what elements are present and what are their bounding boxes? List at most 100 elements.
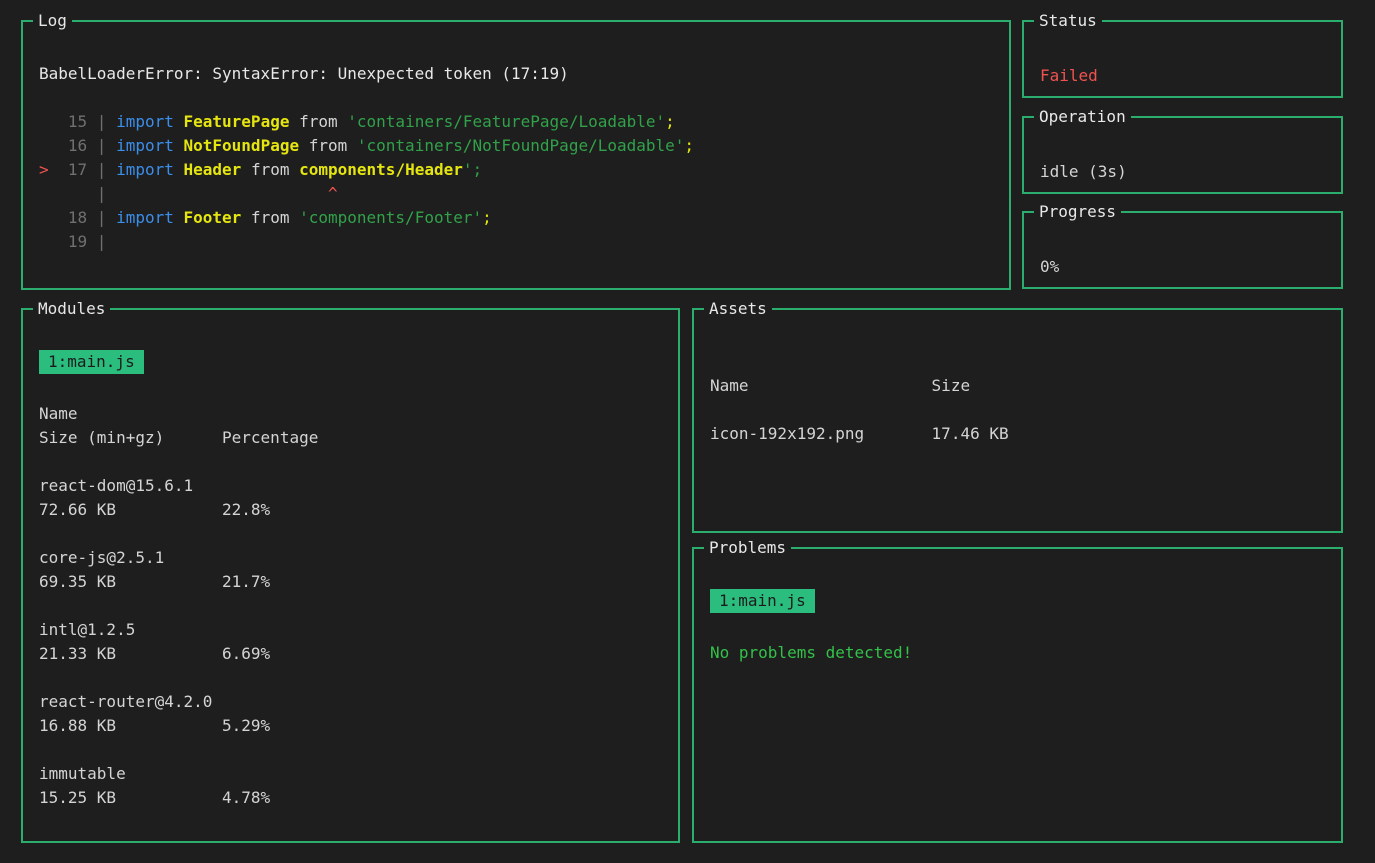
module-size: 69.35 KB: [39, 570, 222, 594]
modules-header-line2: Size (min+gz)Percentage: [39, 426, 662, 450]
code-token: import: [116, 136, 174, 155]
code-token: >: [39, 160, 49, 179]
module-values: 15.25 KB4.78%: [39, 786, 662, 810]
code-token: import: [116, 160, 174, 179]
module-percentage: 22.8%: [222, 500, 270, 519]
code-token: 15 |: [39, 112, 116, 131]
module-name: react-router@4.2.0: [39, 690, 662, 714]
modules-header-name: Name: [39, 402, 662, 426]
code-line: > 17 | import Header from components/Hea…: [39, 158, 993, 182]
modules-content: 1:main.js Name Size (min+gz)Percentage r…: [23, 310, 678, 810]
code-token: ;: [684, 136, 694, 155]
log-content: BabelLoaderError: SyntaxError: Unexpecte…: [23, 22, 1009, 254]
code-token: ';: [463, 160, 482, 179]
asset-row: icon-192x192.png17.46 KB: [710, 422, 1325, 446]
code-token: ;: [665, 112, 675, 131]
modules-header-size: Size (min+gz): [39, 426, 222, 450]
code-token: |: [39, 184, 116, 203]
assets-rows: icon-192x192.png17.46 KB: [710, 422, 1325, 446]
module-percentage: 6.69%: [222, 644, 270, 663]
assets-header-size: Size: [932, 376, 971, 395]
code-token: [174, 136, 184, 155]
operation-value: idle (3s): [1040, 160, 1325, 184]
problems-badge-row: 1:main.js: [710, 589, 1325, 613]
problems-content: 1:main.js No problems detected!: [694, 549, 1341, 665]
progress-panel-title: Progress: [1034, 200, 1121, 224]
modules-header-percentage: Percentage: [222, 428, 318, 447]
module-percentage: 4.78%: [222, 788, 270, 807]
code-token: 'containers/NotFoundPage/Loadable': [357, 136, 685, 155]
problems-badge: 1:main.js: [710, 589, 815, 613]
code-token: FeaturePage: [184, 112, 290, 131]
problems-message: No problems detected!: [710, 641, 1325, 665]
error-message: BabelLoaderError: SyntaxError: Unexpecte…: [39, 62, 993, 86]
status-panel-title: Status: [1034, 9, 1102, 33]
code-line: 19 |: [39, 230, 993, 254]
module-name: react-dom@15.6.1: [39, 474, 662, 498]
modules-panel-title: Modules: [33, 297, 110, 321]
module-percentage: 21.7%: [222, 572, 270, 591]
module-values: 16.88 KB5.29%: [39, 714, 662, 738]
module-name: immutable: [39, 762, 662, 786]
module-row: core-js@2.5.169.35 KB21.7%: [39, 546, 662, 594]
module-size: 21.33 KB: [39, 642, 222, 666]
log-panel-title: Log: [33, 9, 72, 33]
module-row: react-router@4.2.016.88 KB5.29%: [39, 690, 662, 738]
code-token: 'containers/FeaturePage/Loadable': [347, 112, 665, 131]
code-line: 16 | import NotFoundPage from 'container…: [39, 134, 993, 158]
module-values: 69.35 KB21.7%: [39, 570, 662, 594]
code-token: from: [289, 112, 347, 131]
code-token: import: [116, 208, 174, 227]
code-token: Footer: [184, 208, 242, 227]
operation-panel: Operation idle (3s): [1022, 116, 1343, 194]
asset-name: icon-192x192.png: [710, 422, 932, 446]
code-token: ;: [482, 208, 492, 227]
assets-panel: Assets NameSize icon-192x192.png17.46 KB: [692, 308, 1343, 533]
module-row: immutable15.25 KB4.78%: [39, 762, 662, 810]
problems-panel: Problems 1:main.js No problems detected!: [692, 547, 1343, 843]
code-token: from: [299, 136, 357, 155]
problems-panel-title: Problems: [704, 536, 791, 560]
code-frame: 15 | import FeaturePage from 'containers…: [39, 110, 993, 254]
module-size: 16.88 KB: [39, 714, 222, 738]
assets-content: NameSize icon-192x192.png17.46 KB: [694, 310, 1341, 446]
code-token: 16 |: [39, 136, 116, 155]
module-percentage: 5.29%: [222, 716, 270, 735]
modules-panel: Modules 1:main.js Name Size (min+gz)Perc…: [21, 308, 680, 843]
operation-panel-title: Operation: [1034, 105, 1131, 129]
progress-value: 0%: [1040, 255, 1325, 279]
code-token: NotFoundPage: [184, 136, 300, 155]
assets-table-header: NameSize: [710, 374, 1325, 398]
code-token: import: [116, 112, 174, 131]
code-token: components/Header: [299, 160, 463, 179]
assets-panel-title: Assets: [704, 297, 772, 321]
code-token: from: [241, 160, 299, 179]
status-value: Failed: [1040, 64, 1325, 88]
status-panel: Status Failed: [1022, 20, 1343, 98]
modules-badge: 1:main.js: [39, 350, 144, 374]
module-name: intl@1.2.5: [39, 618, 662, 642]
modules-table-header: Name Size (min+gz)Percentage: [39, 402, 662, 450]
module-size: 72.66 KB: [39, 498, 222, 522]
code-token: 'components/Footer': [299, 208, 482, 227]
code-token: from: [241, 208, 299, 227]
code-line: 15 | import FeaturePage from 'containers…: [39, 110, 993, 134]
code-token: 19 |: [39, 232, 106, 251]
asset-size: 17.46 KB: [932, 424, 1009, 443]
module-values: 21.33 KB6.69%: [39, 642, 662, 666]
module-values: 72.66 KB22.8%: [39, 498, 662, 522]
code-line: | ^: [39, 182, 993, 206]
code-token: Header: [184, 160, 242, 179]
progress-panel: Progress 0%: [1022, 211, 1343, 289]
code-token: 18 |: [39, 208, 116, 227]
modules-rows: react-dom@15.6.172.66 KB22.8% core-js@2.5…: [39, 474, 662, 810]
code-token: ^: [116, 184, 338, 203]
assets-header-name: Name: [710, 374, 932, 398]
code-line: 18 | import Footer from 'components/Foot…: [39, 206, 993, 230]
modules-badge-row: 1:main.js: [39, 350, 662, 374]
module-row: react-dom@15.6.172.66 KB22.8%: [39, 474, 662, 522]
log-panel: Log BabelLoaderError: SyntaxError: Unexp…: [21, 20, 1011, 290]
code-token: [174, 208, 184, 227]
module-row: intl@1.2.521.33 KB6.69%: [39, 618, 662, 666]
code-token: [174, 112, 184, 131]
